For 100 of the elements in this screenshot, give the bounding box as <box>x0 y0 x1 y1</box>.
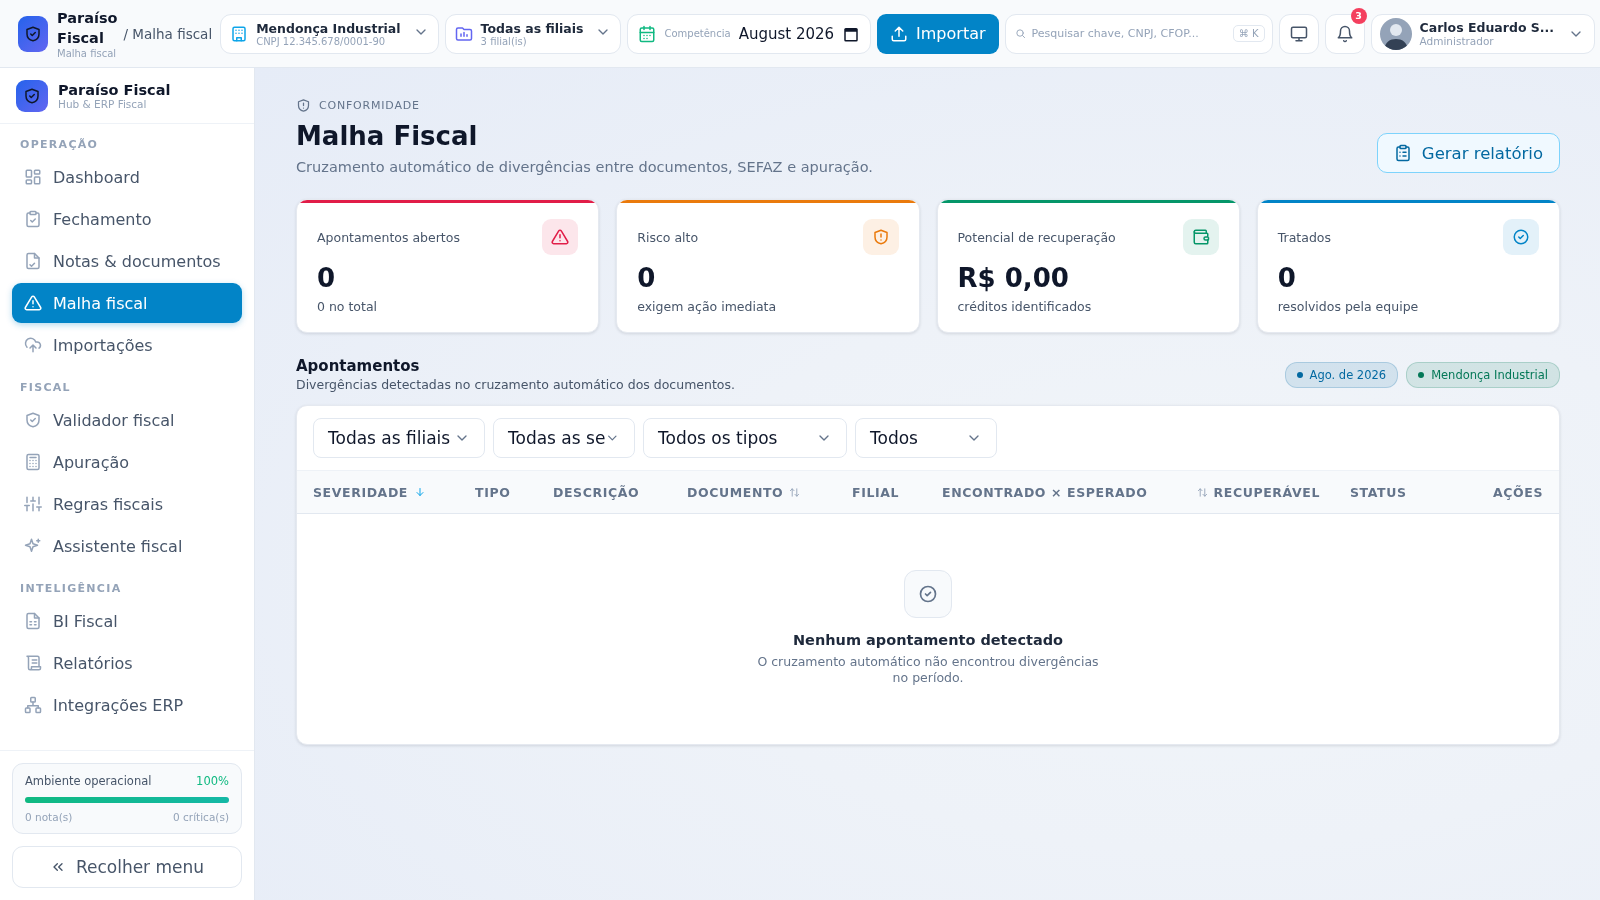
column-header: DESCRIÇÃO <box>553 484 641 500</box>
notifications-button[interactable] <box>1324 13 1365 54</box>
stat-value: 0 <box>637 263 657 293</box>
filter-select[interactable]: Todos <box>855 418 997 458</box>
status-title: Ambiente operacional <box>25 774 152 788</box>
section-heading: OPERAÇÃO <box>19 137 100 153</box>
scroll-icon <box>24 654 42 672</box>
avatar <box>1379 17 1412 50</box>
status-reading: 100% <box>196 774 229 788</box>
nav-item[interactable]: Notas & documentos <box>12 241 242 281</box>
filter-select[interactable]: Todas as filiais <box>313 418 485 458</box>
sparkle-icon <box>24 537 42 555</box>
column-header: FILIAL <box>852 484 901 500</box>
warning-icon <box>551 228 570 246</box>
spreadsheet-icon <box>24 612 42 630</box>
brand-subtitle: Hub & ERP Fiscal <box>58 97 148 110</box>
page-title: Malha Fiscal <box>296 121 479 151</box>
shortcut-hint: ⌘ K <box>1232 24 1265 42</box>
folder-icon <box>454 24 473 43</box>
filter-select[interactable]: Todas as se <box>493 418 635 458</box>
brand-name: Paraíso Fiscal <box>57 9 118 48</box>
check-circle-icon <box>1512 228 1530 246</box>
column-header: STATUS <box>1350 484 1408 500</box>
branch-selector[interactable]: Todas as filiais 3 filial(is) <box>444 13 622 54</box>
nav-item[interactable]: Relatórios <box>12 643 242 683</box>
stat-note: exigem ação imediata <box>637 299 778 314</box>
nav-item[interactable]: Validador fiscal <box>12 400 242 440</box>
user-menu[interactable]: Carlos Eduardo S... Administrador <box>1370 13 1596 54</box>
nav-item[interactable]: Malha fiscal <box>12 283 242 323</box>
shield-icon <box>24 411 42 429</box>
brand-name: Paraíso Fiscal <box>58 81 171 98</box>
logo-icon <box>18 15 48 52</box>
chip-label: Ago. de 2026 <box>1309 367 1387 382</box>
section-title: Apontamentos <box>296 357 421 375</box>
import-button[interactable]: Importar <box>877 13 999 54</box>
sliders-icon <box>24 495 42 513</box>
stat-value: R$ 0,00 <box>957 263 1070 293</box>
breadcrumb: / Malha fiscal <box>123 25 213 42</box>
collapse-menu-button[interactable]: Recolher menu <box>12 846 242 888</box>
nav-item[interactable]: Regras fiscais <box>12 484 242 524</box>
section-subtitle: Divergências detectadas no cruzamento automático dos documentos. <box>296 377 735 392</box>
stat-value: 0 <box>1277 263 1297 293</box>
column-header[interactable]: RECUPERÁVEL <box>1178 484 1350 500</box>
column-header: ENCONTRADO × ESPERADO <box>942 484 1149 500</box>
monitor-button[interactable] <box>1278 13 1319 54</box>
notes-count: 0 nota(s) <box>25 811 73 823</box>
shield-icon <box>296 98 311 113</box>
empty-state-message: O cruzamento automático não encontrou divergências no período. <box>756 654 1100 686</box>
section-heading: FISCAL <box>19 380 72 396</box>
period-label: Competência <box>664 28 731 39</box>
nav-item[interactable]: Dashboard <box>12 157 242 197</box>
nav-item[interactable]: Apuração <box>12 442 242 482</box>
column-header[interactable]: SEVERIDADE <box>313 484 475 500</box>
upload-icon <box>890 24 909 43</box>
calendar-icon <box>638 24 657 43</box>
filter-select[interactable]: Todos os tipos <box>643 418 847 458</box>
generate-report-button[interactable]: Gerar relatório <box>1376 133 1560 173</box>
clipboard-icon <box>1393 144 1412 162</box>
nav-item[interactable]: Fechamento <box>12 199 242 239</box>
stat-label: Tratados <box>1277 229 1331 245</box>
bell-icon <box>1335 24 1354 43</box>
period-field[interactable]: Competência August 2026 <box>627 13 872 54</box>
stat-note: créditos identificados <box>957 299 1093 314</box>
building-icon <box>230 24 249 43</box>
search-icon <box>1014 27 1026 39</box>
stat-label: Risco alto <box>637 229 699 245</box>
notification-badge: 3 <box>1350 7 1367 24</box>
grid-icon <box>24 168 42 186</box>
calculator-icon <box>24 453 42 471</box>
brand-subtitle: Malha fiscal <box>57 48 118 59</box>
nav-item[interactable]: BI Fiscal <box>12 601 242 641</box>
warning-icon <box>24 294 42 312</box>
column-header: TIPO <box>475 484 512 500</box>
nav-item[interactable]: Importações <box>12 325 242 365</box>
stat-note: resolvidos pela equipe <box>1277 299 1420 314</box>
chip-label: Mendonça Industrial <box>1431 367 1548 382</box>
stat-value: 0 <box>317 263 337 293</box>
nav-item[interactable]: Integrações ERP <box>12 685 242 725</box>
page-subtitle: Cruzamento automático de divergências entre documentos, SEFAZ e apuração. <box>296 159 873 175</box>
eyebrow-label: CONFORMIDADE <box>319 99 420 112</box>
clipboard-icon <box>24 210 42 228</box>
column-header[interactable]: DOCUMENTO <box>687 484 852 500</box>
stat-label: Apontamentos abertos <box>317 229 460 245</box>
document-icon <box>24 252 42 270</box>
company-selector[interactable]: Mendonça Industrial CNPJ 12.345.678/0001-90 <box>220 13 439 54</box>
stat-label: Potencial de recuperação <box>957 229 1116 245</box>
empty-state-title: Nenhum apontamento detectado <box>792 632 1064 648</box>
column-header: AÇÕES <box>1492 484 1543 500</box>
section-heading: INTELIGÊNCIA <box>19 581 123 597</box>
period-value: August 2026 <box>738 24 835 43</box>
stat-note: 0 no total <box>317 299 379 314</box>
hierarchy-icon <box>24 696 42 714</box>
cloud-upload-icon <box>24 336 42 354</box>
logo-icon <box>16 79 48 112</box>
check-circle-icon <box>918 584 938 604</box>
nav-item[interactable]: Assistente fiscal <box>12 526 242 566</box>
shield-icon <box>871 228 890 246</box>
critical-count: 0 crítica(s) <box>173 811 229 823</box>
monitor-icon <box>1289 24 1308 43</box>
wallet-icon <box>1191 228 1210 246</box>
